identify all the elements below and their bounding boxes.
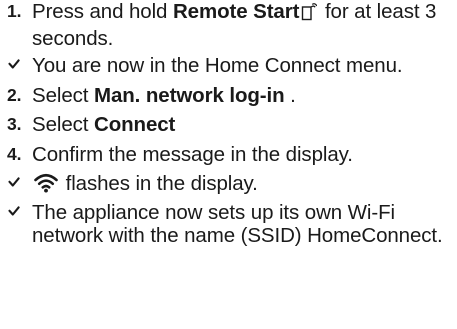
- step-1: 1. Press and hold Remote Start for at le…: [4, 0, 457, 50]
- step-text: You are now in the Home Connect menu.: [32, 54, 403, 77]
- step-text: Select Man. network log-in .: [32, 83, 296, 107]
- step-text: Confirm the message in the display.: [32, 142, 353, 166]
- wifi-icon: [34, 173, 58, 199]
- step-number: 1.: [7, 1, 22, 21]
- step-result-2: flashes in the display.: [4, 172, 457, 199]
- step-number: 3.: [7, 114, 22, 134]
- checkmark-icon: [4, 54, 32, 78]
- step-text: flashes in the display.: [32, 172, 457, 199]
- checkmark-icon: [4, 201, 32, 225]
- step-number: 4.: [7, 143, 22, 164]
- step-text: The appliance now sets up its own Wi-Fi …: [32, 200, 443, 248]
- step-3: 3. Select Connect: [4, 113, 457, 137]
- remote-start-icon: [301, 3, 318, 27]
- step-text: Select Connect: [32, 113, 176, 136]
- connect-label: Connect: [93, 113, 176, 136]
- instruction-list: 1. Press and hold Remote Start for at le…: [0, 0, 457, 329]
- step-4: 4. Confirm the message in the display.: [4, 143, 457, 167]
- step-text: Press and hold Remote Start for at least…: [32, 0, 437, 50]
- step-number: 2.: [7, 84, 22, 105]
- step-result-3: The appliance now sets up its own Wi-Fi …: [4, 201, 457, 248]
- step-result-1: You are now in the Home Connect menu.: [4, 54, 457, 78]
- remote-start-label: Remote Start: [172, 0, 300, 23]
- man-network-log-in-label: Man. network log-in: [93, 83, 285, 107]
- checkmark-icon: [4, 172, 32, 196]
- step-2: 2. Select Man. network log-in .: [4, 84, 457, 108]
